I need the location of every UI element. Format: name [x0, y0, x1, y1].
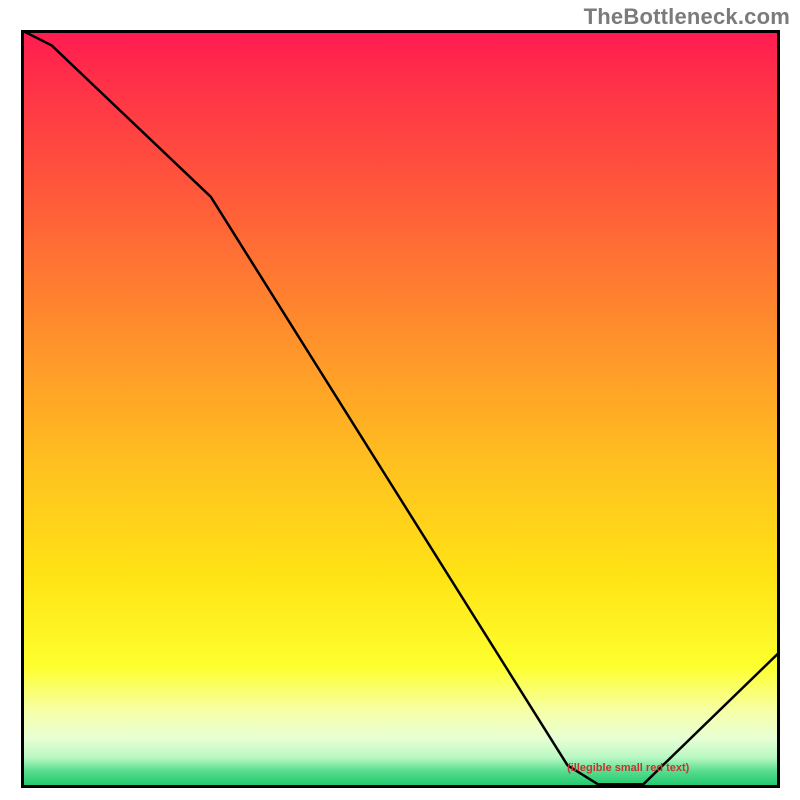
chart-annotation: (illegible small red text): [567, 762, 690, 774]
chart-frame: TheBottleneck.com (illegible small red t…: [0, 0, 800, 800]
plot-area: (illegible small red text): [21, 30, 780, 788]
chart-svg: (illegible small red text): [21, 30, 780, 788]
chart-background: [21, 30, 780, 788]
watermark-text: TheBottleneck.com: [584, 4, 790, 30]
